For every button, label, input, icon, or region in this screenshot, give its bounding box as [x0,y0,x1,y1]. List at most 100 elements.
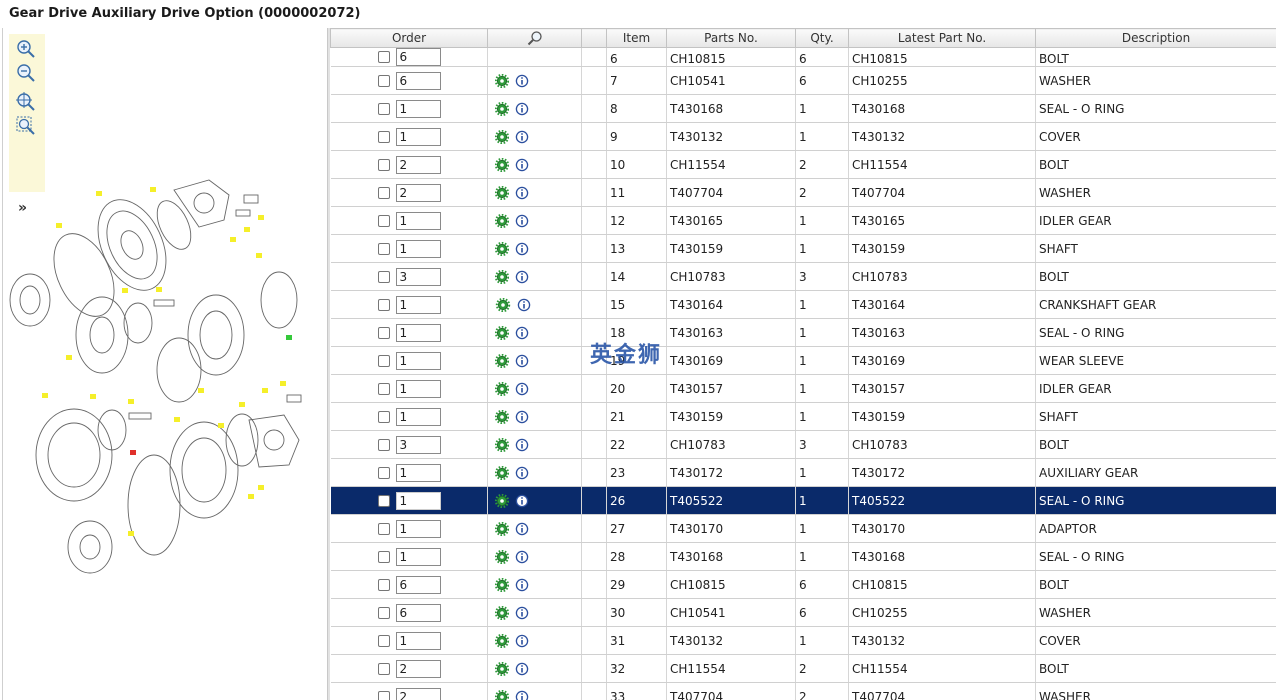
table-row[interactable]: 6 6 CH10815 6 CH10815 BOLT [330,47,1276,67]
table-row[interactable]: 6 30 CH10541 6 CH10255 WASHER [330,598,1276,627]
table-row[interactable]: 1 31 T430132 1 T430132 COVER [330,626,1276,655]
info-icon[interactable] [515,662,529,676]
info-icon[interactable] [515,214,529,228]
order-qty-input[interactable]: 1 [395,519,441,538]
table-row[interactable]: 1 13 T430159 1 T430159 SHAFT [330,234,1276,263]
parts-no-cell[interactable]: CH10783 [666,430,796,459]
row-checkbox[interactable] [377,158,390,171]
exploded-parts-diagram[interactable] [4,175,324,585]
zoom-in-icon[interactable] [15,38,37,60]
row-checkbox[interactable] [377,214,390,227]
order-qty-input[interactable]: 6 [395,48,441,66]
parts-no-cell[interactable]: T430132 [666,122,796,151]
order-qty-input[interactable]: 1 [395,407,441,426]
info-icon[interactable] [515,270,529,284]
gear-icon[interactable] [495,129,509,144]
parts-no-cell[interactable]: CH10541 [666,598,796,627]
parts-no-cell[interactable]: CH10815 [666,47,796,67]
row-checkbox[interactable] [377,494,390,507]
info-icon[interactable] [515,606,529,620]
row-checkbox[interactable] [377,354,390,367]
info-icon[interactable] [515,158,529,172]
order-qty-input[interactable]: 1 [395,127,441,146]
info-icon[interactable] [517,298,531,312]
order-qty-input[interactable]: 6 [395,575,441,594]
row-checkbox[interactable] [377,242,390,255]
gear-icon[interactable] [495,381,509,396]
row-checkbox[interactable] [377,662,390,675]
gear-icon[interactable] [495,409,509,424]
table-row[interactable]: 1 28 T430168 1 T430168 SEAL - O RING [330,542,1276,571]
order-qty-input[interactable]: 6 [395,603,441,622]
row-checkbox[interactable] [377,522,390,535]
gear-icon[interactable] [495,325,509,340]
info-icon[interactable] [515,522,529,536]
row-checkbox[interactable] [377,130,390,143]
row-checkbox[interactable] [377,550,390,563]
column-header-qty[interactable]: Qty. [795,28,849,48]
order-qty-input[interactable]: 2 [395,155,441,174]
order-qty-input[interactable]: 2 [395,183,441,202]
info-icon[interactable] [515,326,529,340]
parts-no-cell[interactable]: T430169 [666,346,796,375]
table-row[interactable]: 1 23 T430172 1 T430172 AUXILIARY GEAR [330,458,1276,487]
info-icon[interactable] [515,74,529,88]
row-checkbox[interactable] [377,634,390,647]
parts-no-cell[interactable]: T407704 [666,682,796,700]
order-qty-input[interactable]: 1 [395,351,441,370]
parts-no-cell[interactable]: T430159 [666,234,796,263]
table-row[interactable]: 2 33 T407704 2 T407704 WASHER [330,682,1276,700]
gear-icon[interactable] [495,521,509,536]
parts-no-cell[interactable]: CH10783 [666,262,796,291]
gear-icon[interactable] [495,437,509,452]
table-row[interactable]: 6 7 CH10541 6 CH10255 WASHER [330,66,1276,95]
parts-no-cell[interactable]: T430170 [666,514,796,543]
gear-icon[interactable] [495,157,509,172]
parts-no-cell[interactable]: T430168 [666,542,796,571]
column-header-order[interactable]: Order [330,28,488,48]
parts-no-cell[interactable]: T430132 [666,626,796,655]
gear-icon[interactable] [495,269,509,284]
order-qty-input[interactable]: 3 [395,267,441,286]
info-icon[interactable] [515,242,529,256]
table-row[interactable]: 1 15 T430164 1 T430164 CRANKSHAFT GEAR [330,290,1276,319]
column-header-parts-no[interactable]: Parts No. [666,28,796,48]
table-row[interactable]: 1 26 T405522 1 T405522 SEAL - O RING [330,486,1276,515]
order-qty-input[interactable]: 2 [395,659,441,678]
parts-no-cell[interactable]: T430164 [666,290,796,319]
parts-no-cell[interactable]: T430163 [666,318,796,347]
parts-no-cell[interactable]: T405522 [666,486,796,515]
order-qty-input[interactable]: 6 [395,71,441,90]
zoom-out-icon[interactable] [15,62,37,84]
row-checkbox[interactable] [377,578,390,591]
order-qty-input[interactable]: 3 [395,435,441,454]
info-icon[interactable] [515,382,529,396]
info-icon[interactable] [515,466,529,480]
gear-icon[interactable] [495,605,509,620]
row-checkbox[interactable] [377,326,390,339]
table-row[interactable]: 1 18 T430163 1 T430163 SEAL - O RING [330,318,1276,347]
parts-no-cell[interactable]: CH11554 [666,654,796,683]
parts-no-cell[interactable]: CH11554 [666,150,796,179]
gear-icon[interactable] [495,185,509,200]
table-row[interactable]: 2 11 T407704 2 T407704 WASHER [330,178,1276,207]
order-qty-input[interactable]: 1 [395,631,441,650]
gear-icon[interactable] [495,549,509,564]
parts-no-cell[interactable]: T430165 [666,206,796,235]
table-row[interactable]: 1 27 T430170 1 T430170 ADAPTOR [330,514,1276,543]
row-checkbox[interactable] [377,438,390,451]
gear-icon[interactable] [495,493,509,508]
order-qty-input[interactable]: 2 [395,687,441,700]
parts-no-cell[interactable]: CH10541 [666,66,796,95]
order-qty-input[interactable]: 1 [395,323,441,342]
info-icon[interactable] [515,186,529,200]
multi-gear-icon[interactable] [495,297,511,312]
info-icon[interactable] [515,578,529,592]
parts-no-cell[interactable]: T430159 [666,402,796,431]
info-icon[interactable] [515,410,529,424]
gear-icon[interactable] [495,353,509,368]
column-header-item[interactable]: Item [606,28,667,48]
order-qty-input[interactable]: 1 [395,211,441,230]
row-checkbox[interactable] [377,298,390,311]
table-row[interactable]: 1 19 T430169 1 T430169 WEAR SLEEVE [330,346,1276,375]
